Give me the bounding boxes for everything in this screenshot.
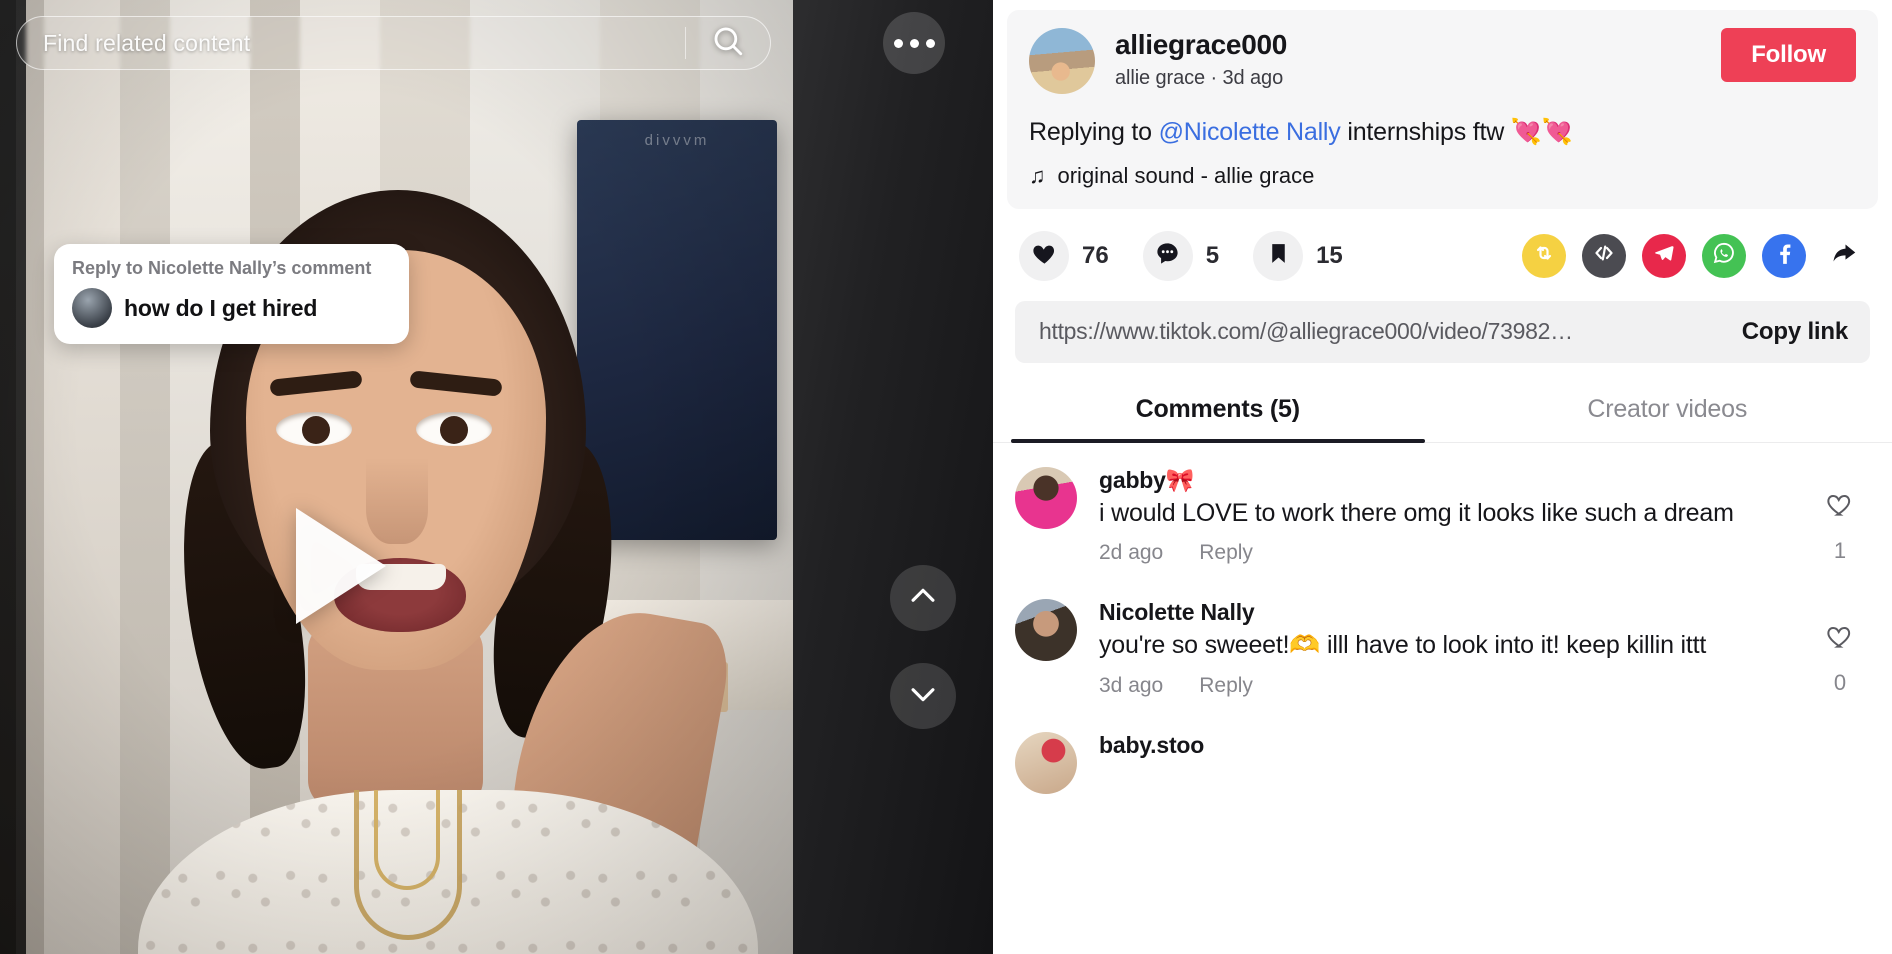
bookmark-icon-wrap	[1253, 230, 1304, 281]
video-frame: divvvm	[0, 0, 793, 954]
comment-item: Nicolette Nally you're so sweeet!🫶 illl …	[1015, 599, 1870, 698]
share-arrow-icon	[1829, 238, 1859, 274]
reply-sticker-title: Reply to Nicolette Nally’s comment	[72, 258, 372, 278]
author-username[interactable]: alliegrace000	[1115, 29, 1721, 61]
video-letterbox	[793, 0, 993, 954]
video-vignette	[0, 0, 793, 954]
comment-icon-wrap	[1142, 230, 1193, 281]
ellipsis-icon	[893, 38, 903, 48]
post-caption: Replying to @Nicolette Nally internships…	[1029, 116, 1856, 149]
post-header: alliegrace000 allie grace · 3d ago Follo…	[1007, 10, 1878, 209]
embed-button[interactable]	[1582, 233, 1626, 278]
reply-sticker-avatar	[72, 288, 112, 329]
telegram-icon	[1652, 241, 1676, 271]
music-row[interactable]: ♫ original sound - allie grace	[1029, 163, 1856, 189]
author-meta: alliegrace000 allie grace · 3d ago	[1115, 28, 1721, 90]
caption-prefix: Replying to	[1029, 118, 1159, 146]
search-placeholder: Find related content	[43, 29, 251, 56]
facebook-icon	[1771, 240, 1797, 272]
comment-body: gabby🎀 i would LOVE to work there omg it…	[1099, 467, 1810, 566]
heart-outline-icon	[1825, 621, 1855, 656]
comments-list[interactable]: gabby🎀 i would LOVE to work there omg it…	[993, 443, 1892, 954]
ellipsis-icon	[909, 38, 919, 48]
comment-time: 3d ago	[1099, 673, 1164, 697]
comment-like-count: 1	[1833, 537, 1847, 563]
search-icon	[711, 24, 745, 63]
search-button[interactable]	[686, 24, 770, 63]
detail-panel: alliegrace000 allie grace · 3d ago Follo…	[993, 0, 1892, 954]
ellipsis-icon	[925, 38, 935, 48]
bookmark-icon	[1266, 241, 1291, 271]
whatsapp-icon	[1711, 240, 1737, 272]
comment-reply-button[interactable]: Reply	[1199, 541, 1253, 565]
action-bar: 76 5 15	[993, 209, 1892, 297]
detail-tabs: Comments (5) Creator videos	[993, 385, 1892, 443]
music-note-icon: ♫	[1029, 162, 1046, 188]
bookmark-count: 15	[1316, 241, 1343, 269]
author-avatar[interactable]	[1029, 28, 1095, 94]
comment-count: 5	[1205, 241, 1220, 269]
comment-like-button[interactable]: 1	[1810, 467, 1870, 566]
heart-outline-icon	[1825, 489, 1855, 524]
bookmark-button[interactable]: 15	[1253, 230, 1343, 281]
play-button[interactable]	[296, 508, 386, 624]
comment-body: Nicolette Nally you're so sweeet!🫶 illl …	[1099, 599, 1810, 698]
code-icon	[1592, 241, 1616, 270]
like-count: 76	[1082, 241, 1109, 269]
tiktok-video-detail-page: divvvm	[0, 0, 1892, 954]
music-label: original sound - allie grace	[1057, 162, 1315, 188]
repost-button[interactable]	[1522, 233, 1566, 278]
comment-item: gabby🎀 i would LOVE to work there omg it…	[1015, 466, 1870, 566]
comment-like-count: 0	[1833, 670, 1847, 695]
comment-button[interactable]: 5	[1142, 230, 1220, 281]
follow-button[interactable]: Follow	[1721, 28, 1856, 82]
share-targets	[1522, 233, 1866, 278]
more-options-button[interactable]	[883, 12, 945, 74]
author-subtitle: allie grace · 3d ago	[1115, 66, 1284, 89]
caption-mention[interactable]: @Nicolette Nally	[1159, 118, 1341, 146]
comment-meta: 2d ago Reply	[1099, 541, 1810, 565]
comment-avatar[interactable]	[1015, 466, 1077, 529]
repost-icon	[1532, 241, 1556, 271]
search-input[interactable]: Find related content	[16, 16, 771, 70]
copy-link-button[interactable]: Copy link	[1742, 318, 1848, 346]
heart-icon	[1031, 240, 1058, 272]
video-panel: divvvm	[0, 0, 993, 954]
previous-video-button[interactable]	[890, 565, 956, 631]
like-button[interactable]: 76	[1019, 230, 1109, 281]
facebook-button[interactable]	[1762, 233, 1806, 278]
comment-text: you're so sweeet!🫶 illl have to look int…	[1099, 631, 1707, 659]
share-button[interactable]	[1822, 234, 1866, 278]
comment-text: i would LOVE to work there omg it looks …	[1099, 498, 1734, 527]
comment-time: 2d ago	[1099, 541, 1164, 564]
tab-comments[interactable]: Comments (5)	[993, 385, 1443, 442]
comment-like-button[interactable]: 0	[1810, 599, 1870, 698]
comment-meta: 3d ago Reply	[1099, 674, 1810, 698]
like-icon-wrap	[1019, 230, 1069, 281]
chevron-up-icon	[906, 579, 940, 618]
comment-author[interactable]: Nicolette Nally	[1099, 599, 1810, 626]
reply-sticker-body: how do I get hired	[72, 288, 391, 329]
telegram-button[interactable]	[1642, 233, 1686, 278]
comment-icon	[1154, 240, 1181, 272]
author-row: alliegrace000 allie grace · 3d ago Follo…	[1029, 28, 1856, 94]
whatsapp-button[interactable]	[1702, 233, 1746, 278]
comment-avatar[interactable]	[1015, 731, 1077, 794]
reply-comment-sticker[interactable]: Reply to Nicolette Nally’s comment how d…	[54, 244, 409, 345]
comment-author[interactable]: baby.stoo	[1099, 732, 1870, 759]
caption-suffix: internships ftw 💘💘	[1340, 118, 1573, 146]
comment-body: baby.stoo	[1099, 732, 1870, 794]
video-url[interactable]: https://www.tiktok.com/@alliegrace000/vi…	[1039, 318, 1724, 345]
chevron-down-icon	[906, 677, 940, 716]
comment-author[interactable]: gabby🎀	[1099, 467, 1810, 494]
reply-sticker-text: how do I get hired	[124, 294, 318, 321]
copy-link-row: https://www.tiktok.com/@alliegrace000/vi…	[1015, 300, 1870, 363]
video-player[interactable]: divvvm	[0, 0, 793, 954]
next-video-button[interactable]	[890, 663, 956, 729]
comment-item: baby.stoo	[1015, 731, 1870, 794]
comment-avatar[interactable]	[1015, 599, 1077, 661]
comment-reply-button[interactable]: Reply	[1199, 674, 1253, 698]
tab-creator-videos[interactable]: Creator videos	[1443, 385, 1892, 442]
